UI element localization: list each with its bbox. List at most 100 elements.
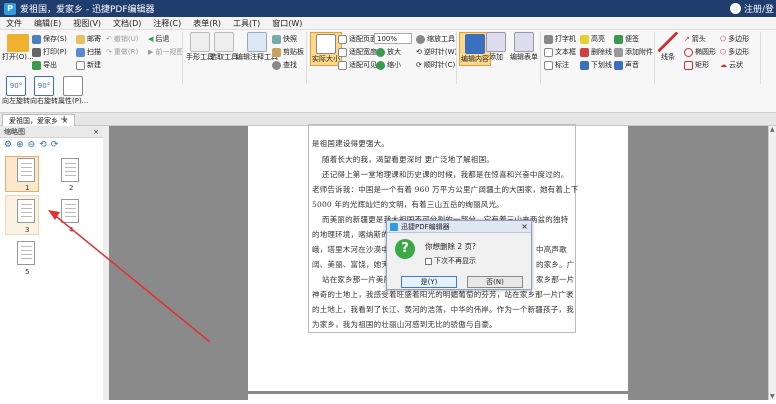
clipboard-label: 剪贴板 <box>283 48 304 56</box>
new-tab-icon[interactable]: + <box>60 114 68 125</box>
close-icon[interactable]: × <box>521 221 528 233</box>
no-button[interactable]: 否(N) <box>467 276 523 288</box>
note-icon <box>614 34 623 44</box>
confirm-delete-dialog: 迅捷PDF编辑器 × ? 你想删除 2 页? 下次不再显示 是(Y) 否(N) <box>386 220 532 290</box>
page-thumbnail[interactable] <box>17 199 35 223</box>
scanner-icon <box>76 47 85 57</box>
vertical-scrollbar[interactable]: ▲ ▼ <box>768 126 776 400</box>
zoom-in-button[interactable]: 放大 <box>376 47 401 57</box>
menu-tools[interactable]: 工具(T) <box>227 18 266 29</box>
email-button[interactable]: 邮寄 <box>76 34 101 44</box>
cloud-button[interactable]: ☁ 云状 <box>720 60 743 70</box>
print-button[interactable]: 打印(P) <box>32 47 67 57</box>
fit-visible-button[interactable]: 适配可见 <box>338 60 377 70</box>
window-title: 爱祖国，爱家乡 - 迅捷PDF编辑器 <box>20 5 155 15</box>
rotate-cw-button[interactable]: ⟳ 顺时针(C) <box>416 60 455 70</box>
menu-edit[interactable]: 编辑(E) <box>28 18 67 29</box>
page-thumbnail[interactable] <box>17 158 35 182</box>
snapshot-label: 快照 <box>283 35 297 43</box>
scroll-down-icon[interactable]: ▼ <box>770 393 775 400</box>
thumbnail-toolbar: ⚙ ⊕ ⊖ ⟲ ⟳ <box>0 138 103 152</box>
redo-icon: ↷ <box>106 48 112 56</box>
zoom-out-button[interactable]: 缩小 <box>376 60 401 70</box>
sound-button[interactable]: 声音 <box>614 60 639 70</box>
edit-form-button[interactable]: 编辑表单 <box>510 32 538 62</box>
add-button[interactable]: 添加 <box>486 32 506 62</box>
ellipse-icon <box>684 47 693 57</box>
fit-page-label: 适配页面 <box>349 35 377 43</box>
label-button[interactable]: 标注 <box>544 60 569 70</box>
polygon-label: 多边形 <box>728 35 750 43</box>
strikeout-button[interactable]: 删除线 <box>580 47 612 57</box>
rotate-icon[interactable]: ⟲ <box>39 140 47 150</box>
zoom-tool-label: 缩放工具 <box>427 35 455 43</box>
forward-button[interactable]: ▶ 前一视图 <box>148 47 183 57</box>
new-button[interactable]: 新建 <box>76 60 101 70</box>
menu-file[interactable]: 文件 <box>0 18 28 29</box>
ellipse-button[interactable]: 椭圆形 <box>684 47 716 57</box>
redo-button[interactable]: ↷ 重做(R) <box>106 47 138 57</box>
scan-button[interactable]: 扫描 <box>76 47 101 57</box>
select-tool-button[interactable]: 选取工具 <box>210 32 238 62</box>
line-button[interactable]: 线条 <box>658 32 678 62</box>
open-button[interactable]: 打开(O)... <box>2 34 34 62</box>
undo-icon: ↶ <box>106 35 112 43</box>
printer-icon <box>32 47 41 57</box>
mail-icon <box>76 34 85 44</box>
fit-width-button[interactable]: 适配宽度 <box>338 47 377 57</box>
select-label: 选取工具 <box>210 53 238 61</box>
menu-form[interactable]: 表单(R) <box>187 18 227 29</box>
find-label: 查找 <box>283 61 297 69</box>
note-button[interactable]: 便签 <box>614 34 639 44</box>
zoom-combo[interactable]: 100% <box>374 33 412 44</box>
undo-button[interactable]: ↶ 撤销(U) <box>106 34 138 44</box>
page-thumbnail[interactable] <box>17 241 35 265</box>
rotate-ccw-button[interactable]: ⟲ 逆时针(W) <box>416 47 457 57</box>
page-thumbnail[interactable] <box>61 199 79 223</box>
yes-button[interactable]: 是(Y) <box>401 276 457 288</box>
paragraph-line: 5000 年的光辉灿烂的文明，有着三山五岳的绚丽风光。 <box>312 200 504 209</box>
highlight-button[interactable]: 高亮 <box>580 34 605 44</box>
rotate-right-button[interactable]: 90° 向右旋转 <box>30 76 58 106</box>
close-icon[interactable]: × <box>93 126 99 138</box>
properties-button[interactable]: 属性(P)... <box>58 76 88 106</box>
actual-size-label: 实际大小 <box>312 55 340 63</box>
fit-page-icon <box>338 34 347 44</box>
zoom-in-icon <box>376 47 385 57</box>
snapshot-button[interactable]: 快照 <box>272 34 297 44</box>
menu-window[interactable]: 窗口(W) <box>266 18 308 29</box>
arrow-button[interactable]: ↗ 箭头 <box>684 34 706 44</box>
page-thumbnail[interactable] <box>61 158 79 182</box>
export-button[interactable]: 导出 <box>32 60 57 70</box>
rotate-left-button[interactable]: 90° 向左旋转 <box>2 76 30 106</box>
checkbox-box[interactable] <box>425 257 432 265</box>
magnifier-icon <box>416 34 425 44</box>
attach-button[interactable]: 添加附件 <box>614 47 653 57</box>
save-button[interactable]: 保存(S) <box>32 34 67 44</box>
find-button[interactable]: 查找 <box>272 60 297 70</box>
typewriter-button[interactable]: 打字机 <box>544 34 576 44</box>
zoom-out-icon[interactable]: ⊖ <box>28 140 36 150</box>
camera-icon <box>272 34 281 44</box>
gear-icon[interactable]: ⚙ <box>4 140 12 150</box>
polyline-button[interactable]: ⬡ 多边形 <box>720 47 749 57</box>
dont-show-again-checkbox[interactable]: 下次不再显示 <box>425 256 476 266</box>
back-button[interactable]: ◀ 后退 <box>148 34 169 44</box>
textbox-button[interactable]: 文本框 <box>544 47 576 57</box>
menu-comment[interactable]: 注释(C) <box>147 18 187 29</box>
zoom-tool-button[interactable]: 缩放工具 <box>416 34 455 44</box>
scroll-up-icon[interactable]: ▲ <box>770 126 775 133</box>
search-icon <box>272 60 281 70</box>
rect-button[interactable]: 矩形 <box>684 60 709 70</box>
zoom-in-icon[interactable]: ⊕ <box>16 140 24 150</box>
clipboard-button[interactable]: 剪贴板 <box>272 47 304 57</box>
menu-view[interactable]: 视图(V) <box>67 18 107 29</box>
rotate-icon[interactable]: ⟳ <box>51 140 59 150</box>
user-login[interactable]: 注册/登 <box>729 2 774 15</box>
add-label: 添加 <box>489 53 503 61</box>
edit-form-label: 编辑表单 <box>510 53 538 61</box>
underline-button[interactable]: 下划线 <box>580 60 612 70</box>
polygon-button[interactable]: ⬠ 多边形 <box>720 34 749 44</box>
fit-page-button[interactable]: 适配页面 <box>338 34 377 44</box>
menu-document[interactable]: 文档(D) <box>107 18 147 29</box>
